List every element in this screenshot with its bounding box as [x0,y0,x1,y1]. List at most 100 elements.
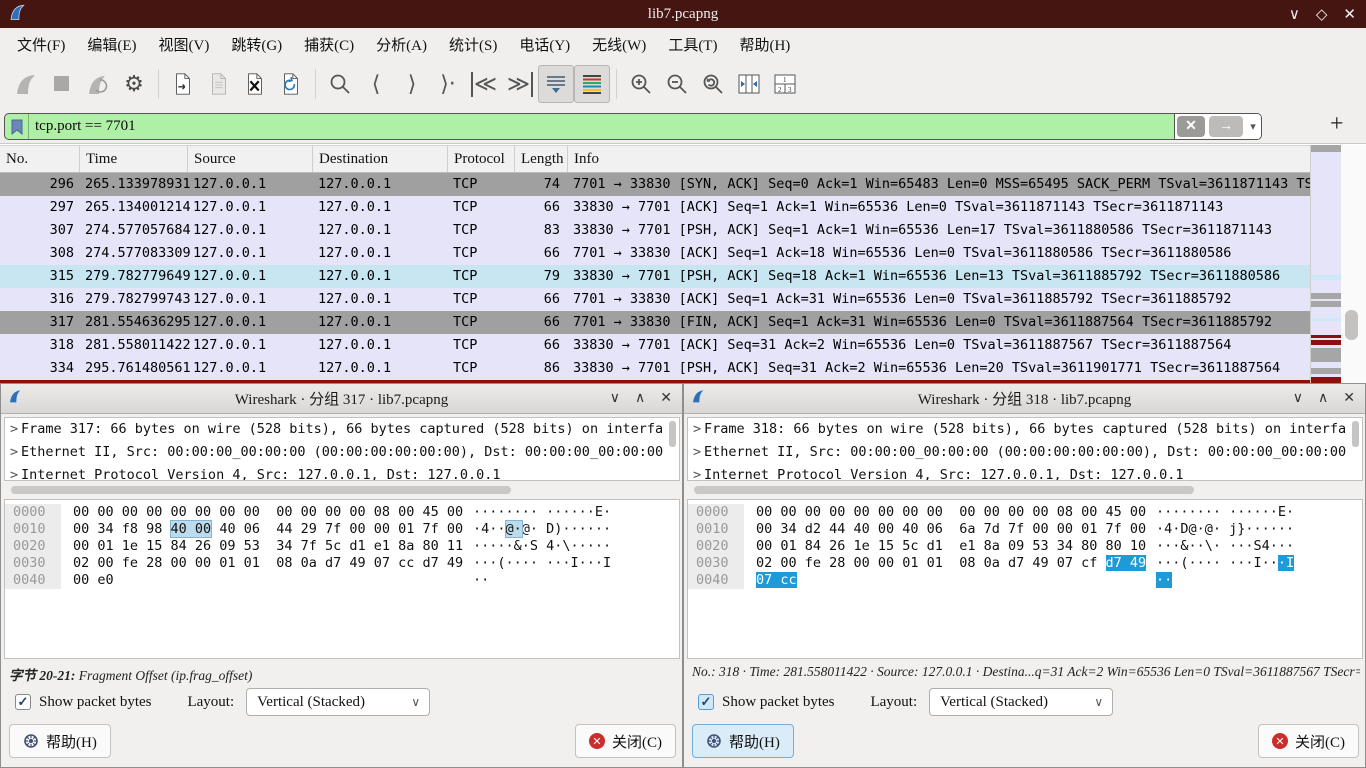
expander-icon[interactable]: > [688,464,704,481]
filter-apply-icon[interactable]: → [1209,116,1243,137]
packet-row-307[interactable]: 307274.577057684127.0.0.1127.0.0.1TCP833… [0,219,1310,242]
show-packet-bytes-checkbox[interactable]: ✓ [698,694,714,710]
filter-clear-icon[interactable]: ✕ [1177,116,1205,137]
expander-icon[interactable]: > [5,441,21,464]
layout-select[interactable]: Vertical (Stacked)∨ [246,688,430,716]
ascii-bytes[interactable]: ·4··@·@· D)······ [473,521,611,538]
filter-dropdown-icon[interactable]: ▾ [1245,120,1261,133]
menu-item[interactable]: 工具(T) [657,30,728,59]
col-length[interactable]: Length [515,146,568,172]
close-button[interactable]: ✕ 关闭(C) [575,724,676,758]
menu-item[interactable]: 捕获(C) [293,30,365,59]
close-button[interactable]: ✕ 关闭(C) [1258,724,1359,758]
hex-bytes[interactable]: 02 00 fe 28 00 00 01 01 08 0a d7 49 07 c… [744,555,1156,572]
hex-row[interactable]: 003002 00 fe 28 00 00 01 01 08 0a d7 49 … [688,555,1362,572]
menu-item[interactable]: 电话(Y) [508,30,581,59]
hex-row[interactable]: 002000 01 84 26 1e 15 5c d1 e1 8a 09 53 … [688,538,1362,555]
col-info[interactable]: Info [568,146,1310,172]
hex-row[interactable]: 004000 e0·· [5,572,679,589]
expander-icon[interactable]: > [5,418,21,441]
protocol-tree[interactable]: >Frame 317: 66 bytes on wire (528 bits),… [4,417,680,481]
hex-row[interactable]: 002000 01 1e 15 84 26 09 53 34 7f 5c d1 … [5,538,679,555]
colorize-icon[interactable] [574,65,610,103]
vertical-scrollbar[interactable] [1341,145,1366,383]
packet-list-header[interactable]: No. Time Source Destination Protocol Len… [0,145,1310,173]
expander-icon[interactable]: > [688,441,704,464]
hex-bytes[interactable]: 00 00 00 00 00 00 00 00 00 00 00 00 08 0… [61,504,473,521]
packet-row-318[interactable]: 318281.558011422127.0.0.1127.0.0.1TCP663… [0,334,1310,357]
ascii-bytes[interactable]: ·····&·S 4·\····· [473,538,611,555]
find-packet-icon[interactable] [322,65,358,103]
menu-item[interactable]: 跳转(G) [220,30,293,59]
hscrollbar-thumb[interactable] [11,486,511,494]
ascii-bytes[interactable]: ········ ······E· [473,504,611,521]
packet-row-317[interactable]: 317281.554636295127.0.0.1127.0.0.1TCP667… [0,311,1310,334]
col-time[interactable]: Time [80,146,188,172]
intelligent-scrollbar-minimap[interactable] [1310,145,1341,383]
col-destination[interactable]: Destination [313,146,448,172]
menu-item[interactable]: 分析(A) [365,30,438,59]
close-icon[interactable]: ✕ [660,390,672,407]
tree-row[interactable]: >Internet Protocol Version 4, Src: 127.0… [688,464,1362,481]
capture-options-icon[interactable]: ⚙ [116,65,152,103]
help-button[interactable]: 帮助(H) [692,724,794,758]
go-back-icon[interactable]: ⟨ [358,65,394,103]
filter-bookmark-icon[interactable] [5,113,29,140]
ascii-bytes[interactable]: ···&··\· ···S4··· [1156,538,1294,555]
tree-row[interactable]: >Frame 317: 66 bytes on wire (528 bits),… [5,418,679,441]
ascii-bytes[interactable]: ·4·D@·@· j}······ [1156,521,1294,538]
auto-scroll-icon[interactable] [538,65,574,103]
ascii-bytes[interactable]: ·· [473,572,489,589]
packet-row-316[interactable]: 316279.782799743127.0.0.1127.0.0.1TCP667… [0,288,1310,311]
tree-scrollbar-thumb[interactable] [1352,421,1359,447]
menu-item[interactable]: 编辑(E) [76,30,147,59]
hex-row[interactable]: 000000 00 00 00 00 00 00 00 00 00 00 00 … [5,504,679,521]
first-packet-icon[interactable]: ≪ [466,65,502,103]
tree-row[interactable]: >Internet Protocol Version 4, Src: 127.0… [5,464,679,481]
packet-row-334[interactable]: 334295.761480561127.0.0.1127.0.0.1TCP863… [0,357,1310,380]
hex-bytes[interactable]: 00 34 d2 44 40 00 40 06 6a 7d 7f 00 00 0… [744,521,1156,538]
filter-expression-text[interactable]: tcp.port == 7701 [29,118,1174,135]
scrollbar-thumb[interactable] [1345,310,1358,340]
column-layout-icon[interactable]: 123 [767,65,803,103]
packet-row-315[interactable]: 315279.782779649127.0.0.1127.0.0.1TCP793… [0,265,1310,288]
ascii-bytes[interactable]: ···(···· ···I···I [1156,555,1294,572]
maximize-icon[interactable]: ◇ [1316,5,1328,24]
hex-bytes[interactable]: 00 34 f8 98 40 00 40 06 44 29 7f 00 00 0… [61,521,473,538]
hex-bytes[interactable]: 07 cc [744,572,1156,589]
zoom-in-icon[interactable] [623,65,659,103]
hex-bytes[interactable]: 02 00 fe 28 00 00 01 01 08 0a d7 49 07 c… [61,555,473,572]
hex-bytes[interactable]: 00 e0 [61,572,473,589]
help-button[interactable]: 帮助(H) [9,724,111,758]
expander-icon[interactable]: > [688,418,704,441]
hscrollbar-thumb[interactable] [694,486,1194,494]
tree-row[interactable]: >Frame 318: 66 bytes on wire (528 bits),… [688,418,1362,441]
expander-icon[interactable]: > [5,464,21,481]
hex-bytes[interactable]: 00 01 84 26 1e 15 5c d1 e1 8a 09 53 34 8… [744,538,1156,555]
filter-add-button[interactable]: + [1330,111,1344,138]
tree-row[interactable]: >Ethernet II, Src: 00:00:00_00:00:00 (00… [688,441,1362,464]
close-file-icon[interactable] [237,65,273,103]
close-icon[interactable]: ✕ [1343,390,1355,407]
go-forward-icon[interactable]: ⟩ [394,65,430,103]
col-source[interactable]: Source [188,146,313,172]
hex-bytes[interactable]: 00 00 00 00 00 00 00 00 00 00 00 00 08 0… [744,504,1156,521]
hex-row[interactable]: 003002 00 fe 28 00 00 01 01 08 0a d7 49 … [5,555,679,572]
menu-item[interactable]: 视图(V) [148,30,221,59]
last-packet-icon[interactable]: ≫ [502,65,538,103]
maximize-icon[interactable]: ∧ [1318,390,1328,407]
tree-hscrollbar[interactable] [4,484,680,496]
col-protocol[interactable]: Protocol [448,146,515,172]
hex-row[interactable]: 001000 34 d2 44 40 00 40 06 6a 7d 7f 00 … [688,521,1362,538]
zoom-reset-icon[interactable] [695,65,731,103]
tree-scrollbar-thumb[interactable] [669,421,676,447]
hex-row[interactable]: 000000 00 00 00 00 00 00 00 00 00 00 00 … [688,504,1362,521]
packet-row-296[interactable]: 296265.133978931127.0.0.1127.0.0.1TCP747… [0,173,1310,196]
zoom-out-icon[interactable] [659,65,695,103]
hex-bytes[interactable]: 00 01 1e 15 84 26 09 53 34 7f 5c d1 e1 8… [61,538,473,555]
packet-row-297[interactable]: 297265.134001214127.0.0.1127.0.0.1TCP663… [0,196,1310,219]
menu-item[interactable]: 帮助(H) [728,30,801,59]
layout-select[interactable]: Vertical (Stacked)∨ [929,688,1113,716]
packet-row-308[interactable]: 308274.577083309127.0.0.1127.0.0.1TCP667… [0,242,1310,265]
resize-columns-icon[interactable] [731,65,767,103]
